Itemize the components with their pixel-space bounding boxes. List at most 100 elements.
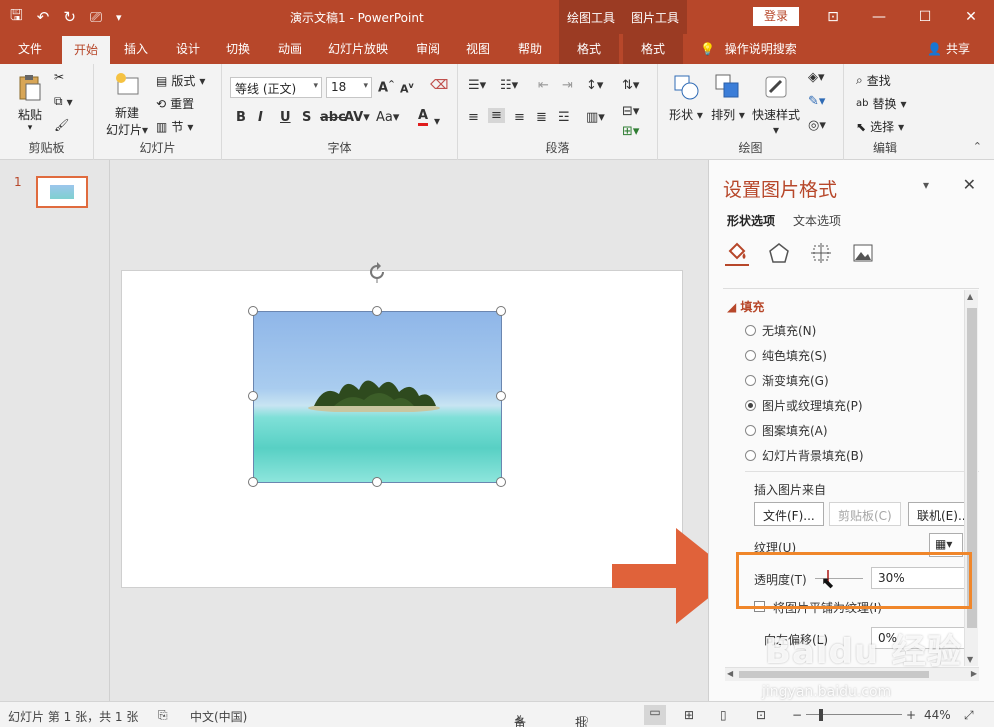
- share-button[interactable]: 👤 共享: [927, 34, 970, 64]
- accessibility-icon[interactable]: ⎘: [158, 708, 168, 723]
- present-icon[interactable]: ⎚: [90, 8, 102, 26]
- resize-handle-bottom[interactable]: [372, 477, 382, 487]
- zoom-level[interactable]: 44%: [924, 708, 951, 722]
- fill-line-icon[interactable]: [725, 240, 749, 266]
- justify-icon[interactable]: ≣: [536, 110, 547, 125]
- tab-format-picture[interactable]: 格式: [623, 34, 683, 64]
- slide[interactable]: [121, 262, 683, 588]
- fill-option-none[interactable]: 无填充(N): [745, 322, 816, 339]
- ribbon-display-icon[interactable]: ⊡: [810, 0, 856, 34]
- minimize-icon[interactable]: —: [856, 0, 902, 34]
- paste-button[interactable]: 粘贴 ▾: [10, 72, 50, 133]
- zoom-in-icon[interactable]: +: [906, 708, 916, 722]
- zoom-slider-thumb[interactable]: [819, 709, 823, 721]
- shadow-icon[interactable]: S: [302, 110, 311, 125]
- tab-file[interactable]: 文件: [8, 34, 52, 64]
- scroll-up-icon[interactable]: ▲: [967, 292, 973, 301]
- pane-close-icon[interactable]: ✕: [963, 175, 976, 194]
- resize-handle-left[interactable]: [248, 391, 258, 401]
- resize-handle-bottom-left[interactable]: [248, 477, 258, 487]
- shape-outline-icon[interactable]: ✎▾: [808, 94, 825, 109]
- pane-vertical-scrollbar[interactable]: ▲ ▼: [964, 290, 978, 666]
- fill-option-pattern[interactable]: 图案填充(A): [745, 422, 828, 439]
- resize-handle-right[interactable]: [496, 391, 506, 401]
- section-button[interactable]: ▥ 节 ▾: [156, 118, 193, 135]
- picture-icon[interactable]: [851, 240, 875, 266]
- italic-icon[interactable]: I: [258, 110, 263, 125]
- language-indicator[interactable]: 中文(中国): [190, 708, 247, 725]
- rotate-handle-icon[interactable]: [366, 261, 388, 283]
- tab-text-options[interactable]: 文本选项: [793, 212, 841, 229]
- shape-fill-icon[interactable]: ◈▾: [808, 70, 825, 85]
- pane-options-dropdown-icon[interactable]: ▾: [923, 178, 929, 192]
- bullets-icon[interactable]: ☰▾: [468, 78, 486, 93]
- tab-help[interactable]: 帮助: [508, 34, 552, 64]
- login-button[interactable]: 登录: [753, 7, 799, 26]
- tab-insert[interactable]: 插入: [114, 34, 158, 64]
- bold-icon[interactable]: B: [236, 110, 246, 125]
- change-case-icon[interactable]: Aa▾: [376, 110, 399, 125]
- section-fill-header[interactable]: ◢ 填充: [727, 298, 764, 315]
- layout-button[interactable]: ▤ 版式 ▾: [156, 72, 205, 89]
- resize-handle-bottom-right[interactable]: [496, 477, 506, 487]
- slideshow-icon[interactable]: ⊡: [756, 708, 766, 722]
- resize-handle-top-left[interactable]: [248, 306, 258, 316]
- reading-view-icon[interactable]: ▯: [720, 708, 727, 722]
- smartart-icon[interactable]: ⊞▾: [622, 124, 639, 139]
- font-color-icon[interactable]: A: [418, 108, 429, 126]
- underline-icon[interactable]: U: [280, 110, 291, 125]
- fill-option-gradient[interactable]: 渐变填充(G): [745, 372, 829, 389]
- clear-formatting-icon[interactable]: ⌫: [430, 78, 448, 93]
- replace-button[interactable]: ab 替换 ▾: [856, 95, 907, 112]
- arrange-button[interactable]: 排列 ▾: [710, 72, 746, 123]
- collapse-ribbon-icon[interactable]: ⌃: [973, 140, 982, 153]
- tab-review[interactable]: 审阅: [406, 34, 450, 64]
- island-picture[interactable]: [253, 311, 502, 483]
- decrease-font-icon[interactable]: Av: [400, 81, 414, 96]
- strikethrough-icon[interactable]: abc: [320, 110, 346, 125]
- shape-effects-icon[interactable]: ◎▾: [808, 118, 826, 133]
- undo-icon[interactable]: ↶: [37, 8, 50, 26]
- shapes-button[interactable]: 形状 ▾: [668, 72, 704, 123]
- insert-file-button[interactable]: 文件(F)...: [754, 502, 824, 526]
- cut-button[interactable]: ✂: [54, 70, 64, 84]
- columns-icon[interactable]: ▥▾: [586, 110, 605, 125]
- tab-format-drawing[interactable]: 格式: [559, 34, 619, 64]
- text-direction-icon[interactable]: ⇅▾: [622, 78, 639, 93]
- font-size-combo[interactable]: 18 ▾: [326, 77, 372, 98]
- align-right-icon[interactable]: ≡: [514, 110, 525, 125]
- fill-option-slide-background[interactable]: 幻灯片背景填充(B): [745, 447, 864, 464]
- font-color-dropdown-icon[interactable]: ▾: [434, 114, 440, 128]
- reset-button[interactable]: ⟲ 重置: [156, 95, 194, 112]
- increase-indent-icon[interactable]: ⇥: [562, 78, 573, 93]
- format-painter-button[interactable]: 🖌: [54, 118, 69, 132]
- scroll-down-icon[interactable]: ▼: [967, 655, 973, 664]
- zoom-out-icon[interactable]: −: [792, 708, 802, 722]
- align-left-icon[interactable]: ≡: [468, 110, 479, 125]
- char-spacing-icon[interactable]: AV▾: [344, 110, 370, 125]
- insert-clipboard-button[interactable]: 剪贴板(C): [829, 502, 901, 526]
- size-properties-icon[interactable]: [809, 240, 833, 266]
- resize-handle-top-right[interactable]: [496, 306, 506, 316]
- fit-to-window-icon[interactable]: ⤢: [964, 708, 974, 723]
- fill-option-picture-texture[interactable]: 图片或纹理填充(P): [745, 397, 863, 414]
- fill-option-solid[interactable]: 纯色填充(S): [745, 347, 827, 364]
- align-text-icon[interactable]: ⊟▾: [622, 104, 639, 119]
- copy-button[interactable]: ⧉ ▾: [54, 94, 73, 109]
- tab-home[interactable]: 开始: [62, 36, 110, 64]
- maximize-icon[interactable]: ☐: [902, 0, 948, 34]
- slide-thumbnail[interactable]: [36, 176, 88, 208]
- tab-view[interactable]: 视图: [456, 34, 500, 64]
- save-icon[interactable]: 🖫: [10, 5, 23, 30]
- slide-sorter-icon[interactable]: ⊞: [684, 708, 694, 722]
- increase-font-icon[interactable]: A^: [378, 79, 395, 95]
- quick-styles-button[interactable]: 快速样式 ▾: [750, 72, 802, 137]
- tab-transitions[interactable]: 切换: [216, 34, 260, 64]
- scroll-left-icon[interactable]: ◀: [727, 669, 733, 678]
- customize-qat-icon[interactable]: ▾: [116, 11, 122, 24]
- normal-view-icon[interactable]: ▭: [644, 705, 666, 725]
- select-button[interactable]: ⬉ 选择 ▾: [856, 118, 904, 135]
- font-name-combo[interactable]: 等线 (正文) ▾: [230, 77, 322, 98]
- tab-animations[interactable]: 动画: [268, 34, 312, 64]
- tab-slideshow[interactable]: 幻灯片放映: [318, 34, 398, 64]
